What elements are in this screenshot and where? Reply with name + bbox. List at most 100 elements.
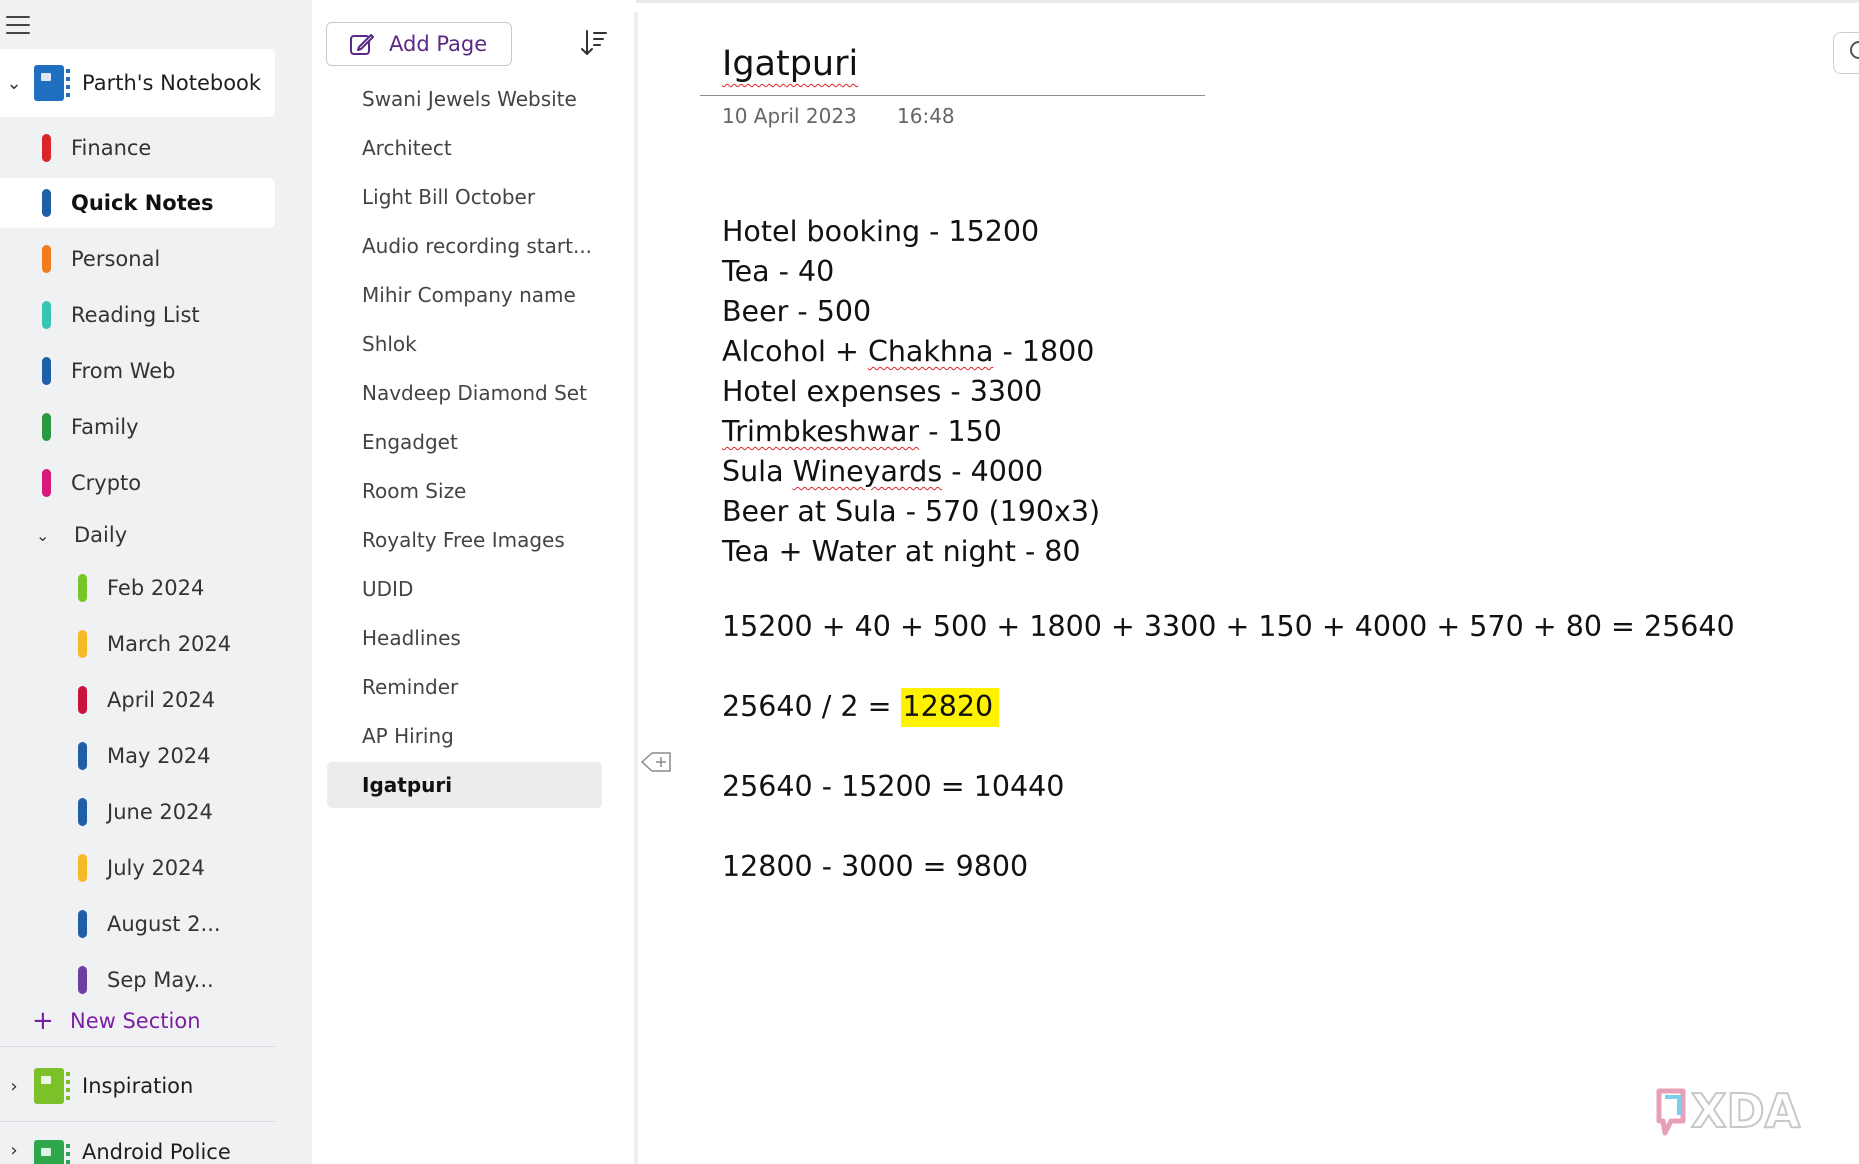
section-quick-notes[interactable]: Quick Notes (0, 178, 275, 228)
section-label: Reading List (71, 303, 200, 327)
section-label: August 2... (107, 912, 221, 936)
notebook-icon (34, 1140, 70, 1164)
section-crypto[interactable]: Crypto (0, 458, 275, 508)
page-item[interactable]: Shlok (327, 321, 602, 367)
page-item[interactable]: Architect (327, 125, 602, 171)
plus-icon: + (32, 1006, 54, 1036)
section-tab-icon (78, 798, 87, 826)
page-canvas[interactable] (638, 3, 1859, 1164)
note-line: Sula Wineyards - 4000 (722, 452, 1100, 492)
section-finance[interactable]: Finance (0, 123, 275, 173)
section-label: Quick Notes (71, 191, 214, 215)
section-tab-icon (42, 357, 51, 385)
note-text: - 150 (919, 415, 1002, 448)
add-page-label: Add Page (389, 32, 488, 56)
page-item-label: Headlines (362, 626, 461, 650)
note-line: Trimbkeshwar - 150 (722, 412, 1100, 452)
page-item[interactable]: AP Hiring (327, 713, 602, 759)
notebook-parths-notebook[interactable]: ⌄ Parth's Notebook (0, 49, 275, 117)
page-item[interactable]: Reminder (327, 664, 602, 710)
note-line: Beer at Sula - 570 (190x3) (722, 495, 1101, 528)
insert-space-icon[interactable] (640, 750, 672, 774)
section-may-2024[interactable]: May 2024 (0, 731, 275, 781)
note-text: Sula (722, 455, 793, 488)
section-april-2024[interactable]: April 2024 (0, 675, 275, 725)
section-from-web[interactable]: From Web (0, 346, 275, 396)
page-item-label: Architect (362, 136, 452, 160)
section-group-label: Daily (74, 523, 128, 547)
section-feb-2024[interactable]: Feb 2024 (0, 563, 275, 613)
notebook-label: Parth's Notebook (82, 71, 262, 95)
page-time: 16:48 (897, 104, 955, 128)
section-sep-may[interactable]: Sep May... (0, 955, 275, 1005)
page-item-active[interactable]: Igatpuri (327, 762, 602, 808)
page-item-label: Navdeep Diamond Set (362, 381, 587, 405)
chevron-down-icon[interactable]: ⌄ (0, 73, 28, 94)
notebook-android-police[interactable]: › Android Police (0, 1124, 275, 1164)
search-button[interactable] (1833, 32, 1859, 74)
page-item-label: Shlok (362, 332, 417, 356)
highlighted-result: 12820 (900, 688, 1000, 727)
section-august[interactable]: August 2... (0, 899, 275, 949)
section-tab-icon (42, 413, 51, 441)
section-label: May 2024 (107, 744, 211, 768)
xda-logo: XDA (1656, 1083, 1802, 1139)
section-label: Feb 2024 (107, 576, 205, 600)
page-item-label: Reminder (362, 675, 459, 699)
section-tab-icon (78, 574, 87, 602)
page-item-label: AP Hiring (362, 724, 454, 748)
page-item[interactable]: Royalty Free Images (327, 517, 602, 563)
note-text-block[interactable]: Hotel booking - 15200 Tea - 40 Beer - 50… (722, 212, 1100, 572)
page-item[interactable]: Room Size (327, 468, 602, 514)
section-july-2024[interactable]: July 2024 (0, 843, 275, 893)
page-item[interactable]: Engadget (327, 419, 602, 465)
page-item[interactable]: Light Bill October (327, 174, 602, 220)
note-line: Beer - 500 (722, 295, 872, 328)
section-family[interactable]: Family (0, 402, 275, 452)
add-page-button[interactable]: Add Page (326, 22, 512, 66)
section-tab-icon (78, 910, 87, 938)
page-date: 10 April 2023 (722, 104, 857, 128)
new-section-button[interactable]: + New Section (32, 1006, 201, 1036)
chevron-right-icon[interactable]: › (0, 1140, 28, 1161)
section-march-2024[interactable]: March 2024 (0, 619, 275, 669)
notebook-inspiration[interactable]: › Inspiration (0, 1052, 275, 1120)
page-title[interactable]: Igatpuri (722, 44, 858, 84)
sum-line: 15200 + 40 + 500 + 1800 + 3300 + 150 + 4… (722, 610, 1735, 643)
page-item[interactable]: Swani Jewels Website (327, 76, 602, 122)
note-line: Hotel expenses - 3300 (722, 375, 1043, 408)
section-personal[interactable]: Personal (0, 234, 275, 284)
section-reading-list[interactable]: Reading List (0, 290, 275, 340)
misspelled-word: Wineyards (792, 455, 943, 488)
section-group-daily[interactable]: ⌄ Daily (0, 513, 275, 557)
section-tab-icon (42, 469, 51, 497)
chevron-right-icon[interactable]: › (0, 1076, 28, 1097)
page-item[interactable]: Mihir Company name (327, 272, 602, 318)
split-prefix: 25640 / 2 = (722, 690, 901, 723)
page-item[interactable]: Navdeep Diamond Set (327, 370, 602, 416)
page-item-label: Audio recording start... (362, 234, 593, 258)
section-label: Personal (71, 247, 161, 271)
notebook-icon (34, 65, 70, 101)
notebook-icon (34, 1068, 70, 1104)
notebook-label: Inspiration (82, 1074, 194, 1098)
hamburger-menu-icon[interactable] (6, 16, 30, 36)
note-text: Alcohol + (722, 335, 868, 368)
page-item-label: Igatpuri (362, 773, 453, 797)
page-item[interactable]: UDID (327, 566, 602, 612)
section-tab-icon (42, 301, 51, 329)
page-item[interactable]: Headlines (327, 615, 602, 661)
section-june-2024[interactable]: June 2024 (0, 787, 275, 837)
sort-icon[interactable] (578, 28, 608, 58)
section-label: From Web (71, 359, 176, 383)
page-item-label: Swani Jewels Website (362, 87, 577, 111)
page-item[interactable]: Audio recording start... (327, 223, 602, 269)
section-label: March 2024 (107, 632, 232, 656)
section-tab-icon (78, 686, 87, 714)
note-line: Tea + Water at night - 80 (722, 535, 1081, 568)
final-line: 12800 - 3000 = 9800 (722, 850, 1029, 883)
page-item-label: Engadget (362, 430, 458, 454)
chevron-down-icon[interactable]: ⌄ (36, 526, 56, 545)
section-tab-icon (42, 245, 51, 273)
section-label: Sep May... (107, 968, 214, 992)
